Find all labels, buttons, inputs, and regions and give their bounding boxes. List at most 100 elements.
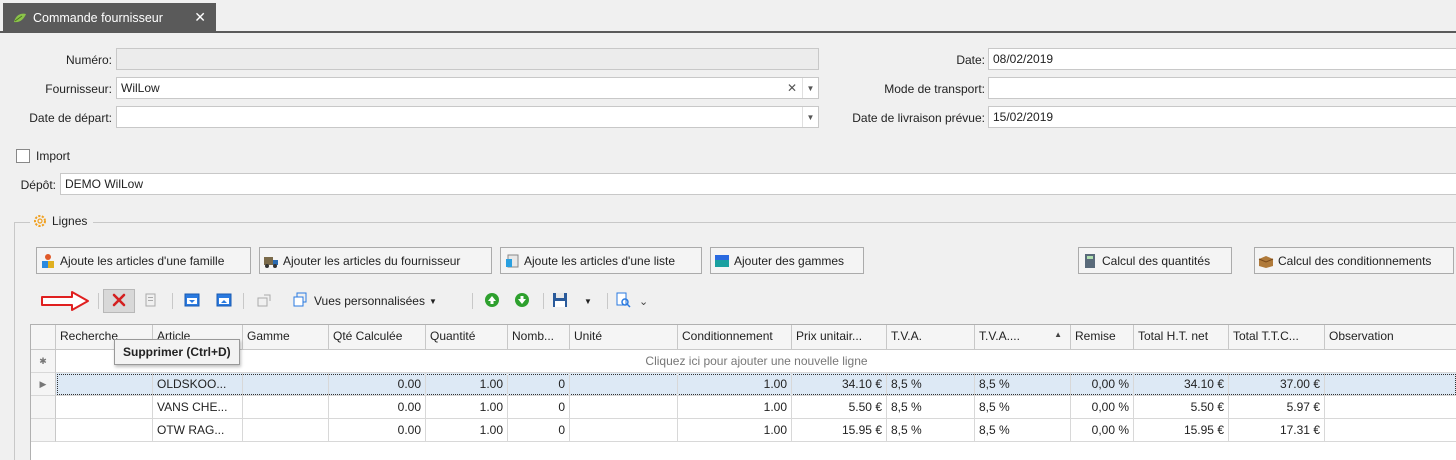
group-border-left: [14, 222, 15, 460]
table-cell[interactable]: 1.00: [426, 373, 508, 396]
table-cell[interactable]: [570, 419, 678, 442]
transport-field[interactable]: [988, 77, 1456, 99]
table-cell[interactable]: VANS CHE...: [153, 396, 243, 419]
column-header[interactable]: Qté Calculée: [329, 325, 426, 350]
row-indicator[interactable]: [31, 396, 56, 419]
row-indicator[interactable]: ▶: [31, 373, 56, 396]
table-cell[interactable]: [243, 396, 329, 419]
table-cell[interactable]: 5.97 €: [1229, 396, 1325, 419]
table-cell[interactable]: 0,00 %: [1071, 396, 1134, 419]
table-cell[interactable]: 34.10 €: [792, 373, 887, 396]
table-cell[interactable]: 37.00 €: [1229, 373, 1325, 396]
supplier-order-icon: [13, 12, 27, 24]
column-header[interactable]: Prix unitair...: [792, 325, 887, 350]
add-family-articles-button[interactable]: Ajoute les articles d'une famille: [36, 247, 251, 274]
column-header[interactable]: T.V.A.: [887, 325, 975, 350]
chevron-down-icon: ▼: [584, 296, 592, 306]
delete-button[interactable]: [103, 289, 135, 313]
search-filter-button[interactable]: ⌄: [615, 289, 659, 313]
copy-icon: [144, 292, 158, 311]
row-indicator[interactable]: [31, 419, 56, 442]
table-cell[interactable]: [1325, 419, 1456, 442]
chevron-down-icon[interactable]: ▼: [802, 107, 818, 127]
table-cell[interactable]: 8,5 %: [887, 396, 975, 419]
date-field[interactable]: 08/02/2019: [988, 48, 1456, 70]
move-down-button[interactable]: [511, 289, 533, 313]
transport-label: Mode de transport:: [884, 82, 985, 96]
table-cell[interactable]: [243, 419, 329, 442]
lignes-legend[interactable]: Lignes: [30, 213, 94, 229]
column-header-sorted[interactable]: T.V.A.... ▲: [975, 325, 1071, 350]
add-list-articles-button[interactable]: Ajoute les articles d'une liste: [500, 247, 702, 274]
table-cell[interactable]: 0.00: [329, 419, 426, 442]
column-header[interactable]: Nomb...: [508, 325, 570, 350]
collapse-button[interactable]: [213, 289, 235, 313]
table-cell[interactable]: [243, 373, 329, 396]
table-cell[interactable]: 0,00 %: [1071, 419, 1134, 442]
new-row-hint[interactable]: Cliquez ici pour ajouter une nouvelle li…: [56, 350, 1456, 373]
table-cell[interactable]: 1.00: [426, 419, 508, 442]
table-cell[interactable]: [56, 396, 153, 419]
column-header[interactable]: Quantité: [426, 325, 508, 350]
table-cell[interactable]: 1.00: [426, 396, 508, 419]
close-icon[interactable]: ✕: [194, 9, 206, 26]
table-cell[interactable]: 1.00: [678, 373, 792, 396]
column-header[interactable]: Gamme: [243, 325, 329, 350]
table-cell[interactable]: [570, 373, 678, 396]
calc-quantities-button[interactable]: Calcul des quantités: [1078, 247, 1232, 274]
table-cell[interactable]: 8,5 %: [887, 373, 975, 396]
table-cell[interactable]: 34.10 €: [1134, 373, 1229, 396]
table-cell[interactable]: 0: [508, 396, 570, 419]
column-header[interactable]: Unité: [570, 325, 678, 350]
clear-icon[interactable]: ✕: [784, 78, 800, 98]
chevron-down-icon[interactable]: ▼: [802, 78, 818, 98]
table-cell[interactable]: 0.00: [329, 396, 426, 419]
column-header[interactable]: Total H.T. net: [1134, 325, 1229, 350]
fournisseur-field[interactable]: WilLow ✕ ▼: [116, 77, 819, 99]
table-cell[interactable]: 15.95 €: [792, 419, 887, 442]
table-cell[interactable]: 5.50 €: [1134, 396, 1229, 419]
table-cell[interactable]: [570, 396, 678, 419]
table-cell[interactable]: 15.95 €: [1134, 419, 1229, 442]
livraison-field[interactable]: 15/02/2019: [988, 106, 1456, 128]
expand-button[interactable]: [181, 289, 203, 313]
table-cell[interactable]: 0: [508, 373, 570, 396]
column-header[interactable]: Total T.T.C...: [1229, 325, 1325, 350]
calc-packaging-button[interactable]: Calcul des conditionnements: [1254, 247, 1454, 274]
table-cell[interactable]: OLDSKOO...: [153, 373, 243, 396]
tab-commande-fournisseur[interactable]: Commande fournisseur ✕: [3, 3, 216, 33]
export-button[interactable]: [253, 289, 275, 313]
column-header[interactable]: Remise: [1071, 325, 1134, 350]
table-cell[interactable]: [1325, 373, 1456, 396]
copy-button[interactable]: [140, 289, 162, 313]
depot-field[interactable]: DEMO WilLow: [60, 173, 1456, 195]
table-cell[interactable]: 0,00 %: [1071, 373, 1134, 396]
table-cell[interactable]: 8,5 %: [975, 373, 1071, 396]
custom-views-button[interactable]: Vues personnalisées ▼: [290, 289, 468, 313]
table-cell[interactable]: [56, 373, 153, 396]
views-icon: [292, 292, 308, 311]
toolbar-separator: [243, 293, 244, 309]
table-cell[interactable]: 0: [508, 419, 570, 442]
column-header[interactable]: Observation: [1325, 325, 1456, 350]
save-button[interactable]: ▼: [552, 289, 602, 313]
add-supplier-articles-button[interactable]: Ajouter les articles du fournisseur: [259, 247, 492, 274]
table-cell[interactable]: 8,5 %: [975, 396, 1071, 419]
table-cell[interactable]: [56, 419, 153, 442]
table-cell[interactable]: [1325, 396, 1456, 419]
table-cell[interactable]: 8,5 %: [975, 419, 1071, 442]
table-cell[interactable]: 5.50 €: [792, 396, 887, 419]
add-ranges-button[interactable]: Ajouter des gammes: [710, 247, 864, 274]
table-cell[interactable]: 1.00: [678, 396, 792, 419]
lines-grid[interactable]: Recherche Article Gamme Qté Calculée Qua…: [30, 324, 1456, 460]
date-depart-field[interactable]: ▼: [116, 106, 819, 128]
table-cell[interactable]: 0.00: [329, 373, 426, 396]
table-cell[interactable]: 1.00: [678, 419, 792, 442]
move-up-button[interactable]: [481, 289, 503, 313]
table-cell[interactable]: OTW RAG...: [153, 419, 243, 442]
table-cell[interactable]: 17.31 €: [1229, 419, 1325, 442]
list-icon: [504, 253, 520, 269]
table-cell[interactable]: 8,5 %: [887, 419, 975, 442]
column-header[interactable]: Conditionnement: [678, 325, 792, 350]
import-checkbox[interactable]: [16, 149, 30, 163]
